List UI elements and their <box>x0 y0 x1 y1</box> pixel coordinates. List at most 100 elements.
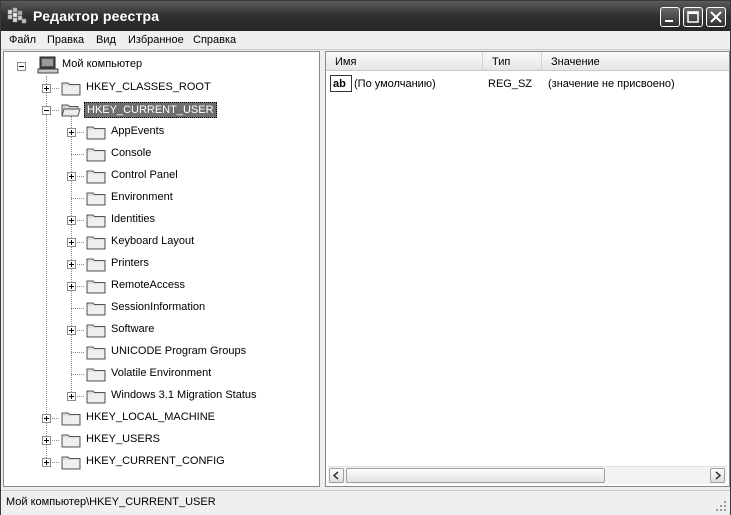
tree-label: Мой компьютер <box>62 58 143 70</box>
tree-node-key[interactable]: UNICODE Program Groups <box>4 342 304 362</box>
expand-toggle[interactable] <box>42 458 51 467</box>
expand-toggle[interactable] <box>67 392 76 401</box>
menu-favorites[interactable]: Избранное <box>128 34 184 46</box>
menu-file[interactable]: Файл <box>9 34 36 46</box>
tree-node-my-computer[interactable]: Мой компьютер <box>4 56 304 76</box>
open-folder-icon <box>61 104 81 117</box>
folder-icon <box>61 456 81 470</box>
registry-editor-icon <box>7 7 27 24</box>
column-header-type[interactable]: Тип <box>483 52 542 71</box>
tree-node-key[interactable]: Keyboard Layout <box>4 232 304 252</box>
tree-node-hive[interactable]: HKEY_USERS <box>4 430 304 450</box>
key-tree-pane[interactable]: Мой компьютер HKEY_CLASSES_ROOT HKEY_CURR… <box>3 51 320 487</box>
tree-node-key[interactable]: AppEvents <box>4 122 304 142</box>
tree-line <box>71 308 84 309</box>
collapse-toggle[interactable] <box>42 106 51 115</box>
expand-toggle[interactable] <box>67 282 76 291</box>
scroll-left-button[interactable] <box>329 468 344 483</box>
folder-icon <box>61 412 81 426</box>
tree-label: Volatile Environment <box>111 367 212 379</box>
tree-label: Windows 3.1 Migration Status <box>111 389 257 401</box>
expand-toggle[interactable] <box>67 172 76 181</box>
column-header-name[interactable]: Имя <box>326 52 483 71</box>
tree-label: Printers <box>111 257 149 269</box>
tree-label: Identities <box>111 213 156 225</box>
menu-edit[interactable]: Правка <box>47 34 84 46</box>
expand-toggle[interactable] <box>67 260 76 269</box>
svg-text:ab: ab <box>333 78 346 90</box>
tree-node-key[interactable]: Control Panel <box>4 166 304 186</box>
folder-icon <box>86 368 106 382</box>
scroll-thumb[interactable] <box>346 468 605 483</box>
expand-toggle[interactable] <box>42 414 51 423</box>
tree-label: SessionInformation <box>111 301 206 313</box>
value-type: REG_SZ <box>488 78 533 90</box>
minimize-button[interactable] <box>660 7 680 27</box>
registry-editor-window: Редактор реестра Файл Правка Вид Избранн… <box>0 0 731 515</box>
window-title: Редактор реестра <box>33 8 160 24</box>
tree-node-key[interactable]: Console <box>4 144 304 164</box>
tree-node-key[interactable]: Environment <box>4 188 304 208</box>
tree-node-hive[interactable]: HKEY_CURRENT_USER <box>4 100 304 120</box>
folder-icon <box>86 192 106 206</box>
folder-icon <box>86 258 106 272</box>
tree-node-hive[interactable]: HKEY_LOCAL_MACHINE <box>4 408 304 428</box>
tree-label: RemoteAccess <box>111 279 185 291</box>
maximize-icon <box>687 11 699 23</box>
tree-node-hive[interactable]: HKEY_CLASSES_ROOT <box>4 78 304 98</box>
arrow-right-icon <box>715 471 722 480</box>
scroll-right-button[interactable] <box>710 468 725 483</box>
tree-label: Console <box>111 147 152 159</box>
tree-label: Control Panel <box>111 169 178 181</box>
value-data: (значение не присвоено) <box>548 78 675 90</box>
close-button[interactable] <box>706 7 726 27</box>
tree-label: HKEY_CURRENT_CONFIG <box>86 455 225 467</box>
expand-toggle[interactable] <box>42 84 51 93</box>
tree-node-key[interactable]: Volatile Environment <box>4 364 304 384</box>
folder-icon <box>86 126 106 140</box>
minimize-icon <box>665 20 673 22</box>
tree-node-key[interactable]: Identities <box>4 210 304 230</box>
tree-label: HKEY_CURRENT_USER <box>84 102 217 118</box>
tree-label: Software <box>111 323 155 335</box>
column-header-value[interactable]: Значение <box>542 52 729 71</box>
status-bar: Мой компьютер\HKEY_CURRENT_USER <box>1 490 730 515</box>
folder-icon <box>86 302 106 316</box>
tree-label: HKEY_LOCAL_MACHINE <box>86 411 215 423</box>
value-name: (По умолчанию) <box>354 78 436 90</box>
tree-node-key[interactable]: SessionInformation <box>4 298 304 318</box>
menu-view[interactable]: Вид <box>96 34 116 46</box>
value-list-pane[interactable]: Имя Тип Значение ab (По умолчанию) REG_S… <box>325 51 730 487</box>
expand-toggle[interactable] <box>42 436 51 445</box>
folder-icon <box>86 170 106 184</box>
title-bar[interactable]: Редактор реестра <box>1 1 730 31</box>
horizontal-scrollbar[interactable] <box>328 466 727 484</box>
tree-node-key[interactable]: Software <box>4 320 304 340</box>
collapse-toggle[interactable] <box>17 62 26 71</box>
string-value-icon: ab <box>330 75 352 92</box>
menu-help[interactable]: Справка <box>193 34 236 46</box>
expand-toggle[interactable] <box>67 326 76 335</box>
tree-label: HKEY_USERS <box>86 433 160 445</box>
maximize-button[interactable] <box>683 7 703 27</box>
arrow-left-icon <box>332 471 339 480</box>
folder-icon <box>86 148 106 162</box>
expand-toggle[interactable] <box>67 216 76 225</box>
tree-node-key[interactable]: RemoteAccess <box>4 276 304 296</box>
folder-icon <box>86 346 106 360</box>
tree-label: Keyboard Layout <box>111 235 195 247</box>
status-path: Мой компьютер\HKEY_CURRENT_USER <box>6 496 216 508</box>
list-item[interactable]: ab (По умолчанию) REG_SZ (значение не пр… <box>330 74 720 94</box>
tree-line <box>71 374 84 375</box>
tree-node-key[interactable]: Windows 3.1 Migration Status <box>4 386 304 406</box>
folder-icon <box>86 236 106 250</box>
tree-node-key[interactable]: Printers <box>4 254 304 274</box>
expand-toggle[interactable] <box>67 238 76 247</box>
expand-toggle[interactable] <box>67 128 76 137</box>
resize-grip-icon[interactable] <box>715 500 727 512</box>
folder-icon <box>61 434 81 448</box>
close-icon <box>710 11 722 23</box>
tree-node-hive[interactable]: HKEY_CURRENT_CONFIG <box>4 452 304 472</box>
tree-line <box>71 352 84 353</box>
tree-label: Environment <box>111 191 173 203</box>
